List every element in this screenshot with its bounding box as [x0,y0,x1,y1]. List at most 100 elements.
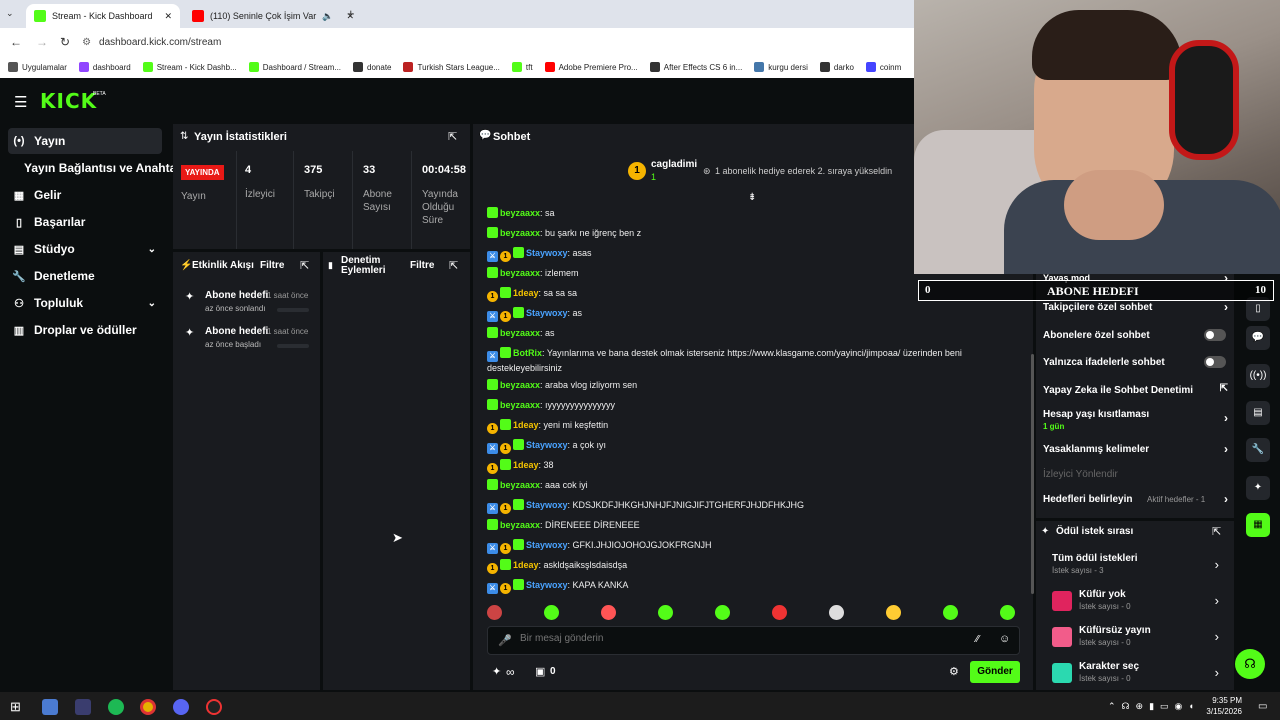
chat-setting-row[interactable]: Abonelere özel sohbet [1043,329,1228,341]
popout-icon[interactable]: ⇱ [1212,525,1221,538]
close-tab-icon[interactable]: ✕ [164,11,172,22]
chat-username[interactable]: beyzaaxx [500,520,540,530]
chat-username[interactable]: beyzaaxx [500,400,540,410]
chat-username[interactable]: 1deay [513,560,539,570]
rail-broadcast-icon[interactable]: ((•)) [1246,364,1270,388]
chat-input-box[interactable]: 🎤 ⁄⁄ ☺ [487,626,1020,655]
tab-youtube[interactable]: (110) Seninle Çok İşim Var 🔈 ✕ [184,4,362,28]
chat-username[interactable]: 1deay [513,288,539,298]
chat-username[interactable]: beyzaaxx [500,380,540,390]
popout-icon[interactable]: ⇱ [449,259,458,272]
chat-settings-gear-icon[interactable]: ⚙ [949,665,959,678]
emote-icon[interactable] [886,605,901,620]
send-button[interactable]: Gönder [970,661,1020,683]
url-input[interactable]: dashboard.kick.com/stream [99,37,221,48]
windows-start-icon[interactable]: ⊞ [10,699,21,715]
commands-icon[interactable]: ⁄⁄ [976,634,979,645]
emote-icon[interactable] [943,605,958,620]
chevron-down-icon[interactable]: ⌄ [148,244,156,255]
taskbar-app-icon[interactable] [75,699,91,715]
chat-username[interactable]: 1deay [513,420,539,430]
chevron-down-icon[interactable]: ⌄ [148,298,156,309]
speaker-icon[interactable]: 🔈 [322,11,333,22]
gifter-username[interactable]: cagladimi [651,159,697,170]
chrome-icon[interactable] [140,699,156,715]
emote-icon[interactable] [772,605,787,620]
reload-icon[interactable]: ↻ [60,35,70,49]
popout-icon[interactable]: ⇱ [448,130,457,143]
chat-setting-row[interactable]: İzleyici Yönlendir [1043,469,1228,480]
chat-username[interactable]: beyzaaxx [500,480,540,490]
bookmark-item[interactable]: Adobe Premiere Pro... [544,62,638,72]
chat-username[interactable]: 1deay [513,460,539,470]
site-info-icon[interactable]: ⚙ [82,37,91,48]
chevron-right-icon[interactable]: › [1215,629,1219,644]
chat-setting-row[interactable]: Yalnızca ifadelerle sohbet [1043,356,1228,368]
chevron-right-icon[interactable]: › [1215,557,1219,572]
emote-icon[interactable] [658,605,673,620]
taskbar-app-icon[interactable] [42,699,58,715]
rail-chat-icon[interactable]: 💬 [1246,326,1270,350]
activity-filter-button[interactable]: Filtre [260,260,284,271]
emote-icon[interactable] [715,605,730,620]
collapse-pinned-icon[interactable]: ⇟ [748,192,756,203]
bookmark-item[interactable]: dashboard [78,62,131,72]
sidebar-item-4[interactable]: ▤ Stüdyo ⌄ [8,236,162,262]
chevron-right-icon[interactable]: › [1224,442,1228,456]
sidebar-item-5[interactable]: 🔧 Denetleme [8,263,162,289]
tab-list-icon[interactable]: ⌄ [6,8,14,19]
sidebar-item-1[interactable]: Yayın Bağlantısı ve Anahtarı [8,155,184,181]
new-tab-button[interactable]: + [347,6,355,21]
sidebar-item-0[interactable]: (•) Yayın [8,128,162,154]
chat-username[interactable]: Staywoxy [526,440,568,450]
mic-icon[interactable]: 🎤 [498,634,512,647]
gift-box-icon[interactable]: ▣ [535,665,545,678]
forward-icon[interactable]: → [36,35,48,49]
chat-setting-row[interactable]: Yapay Zeka ile Sohbet Denetimi ⇱ [1043,383,1228,396]
external-link-icon[interactable]: ⇱ [1220,383,1228,394]
bookmark-item[interactable]: coinm [865,62,901,72]
bookmark-item[interactable]: darko [819,62,854,72]
bookmark-item[interactable]: Stream - Kick Dashb... [142,62,237,72]
sidebar-item-3[interactable]: ▯ Başarılar [8,209,162,235]
chat-username[interactable]: beyzaaxx [500,228,540,238]
chat-setting-row[interactable]: Takipçilere özel sohbet › [1043,300,1228,314]
chat-username[interactable]: Staywoxy [526,248,568,258]
reward-queue-item[interactable]: Tüm ödül istekleri İstek sayısı - 3 › [1052,551,1227,581]
emote-icon[interactable] [601,605,616,620]
back-icon[interactable]: ← [10,35,22,49]
chevron-right-icon[interactable]: › [1224,411,1228,425]
bookmark-item[interactable]: tft [511,62,533,72]
chat-setting-row[interactable]: Yasaklanmış kelimeler › [1043,442,1228,456]
chat-username[interactable]: beyzaaxx [500,208,540,218]
toggle-switch[interactable] [1204,356,1226,368]
reward-queue-item[interactable]: Küfürsüz yayın İstek sayısı - 0 › [1052,623,1227,653]
support-headset-icon[interactable]: ☊ [1235,649,1265,679]
bookmark-item[interactable]: kurgu dersi [754,62,808,72]
sidebar-item-6[interactable]: ⚇ Topluluk ⌄ [8,290,162,316]
rail-layout-icon[interactable]: ▤ [1246,401,1270,425]
emote-icon[interactable] [487,605,502,620]
moderation-filter-button[interactable]: Filtre [410,260,434,271]
rail-wrench-icon[interactable]: 🔧 [1246,438,1270,462]
reward-queue-item[interactable]: Karakter seç İstek sayısı - 0 › [1052,659,1227,689]
chat-username[interactable]: beyzaaxx [500,328,540,338]
notification-icon[interactable]: ▭ [1258,701,1267,712]
bookmark-item[interactable]: donate [353,62,391,72]
chat-scrollbar[interactable] [1031,354,1034,594]
sidebar-item-7[interactable]: ▥ Droplar ve ödüller [8,317,162,343]
popout-icon[interactable]: ⇱ [300,259,309,272]
rail-clapper-icon[interactable]: ▦ [1246,513,1270,537]
chevron-right-icon[interactable]: › [1224,300,1228,314]
spotify-icon[interactable] [108,699,124,715]
reward-queue-item[interactable]: Küfür yok İstek sayısı - 0 › [1052,587,1227,617]
hamburger-menu-icon[interactable]: ☰ [14,93,27,111]
bookmark-item[interactable]: After Effects CS 6 in... [649,62,742,72]
chat-setting-row[interactable]: Hesap yaşı kısıtlaması 1 gün › [1043,409,1228,431]
chat-username[interactable]: Staywoxy [526,308,568,318]
sidebar-item-2[interactable]: ▦ Gelir [8,182,162,208]
toggle-switch[interactable] [1204,329,1226,341]
discord-icon[interactable] [173,699,189,715]
chat-username[interactable]: Staywoxy [526,540,568,550]
system-tray-icons[interactable]: ⌃☊⊕▮▭◉◖ [1108,701,1200,712]
